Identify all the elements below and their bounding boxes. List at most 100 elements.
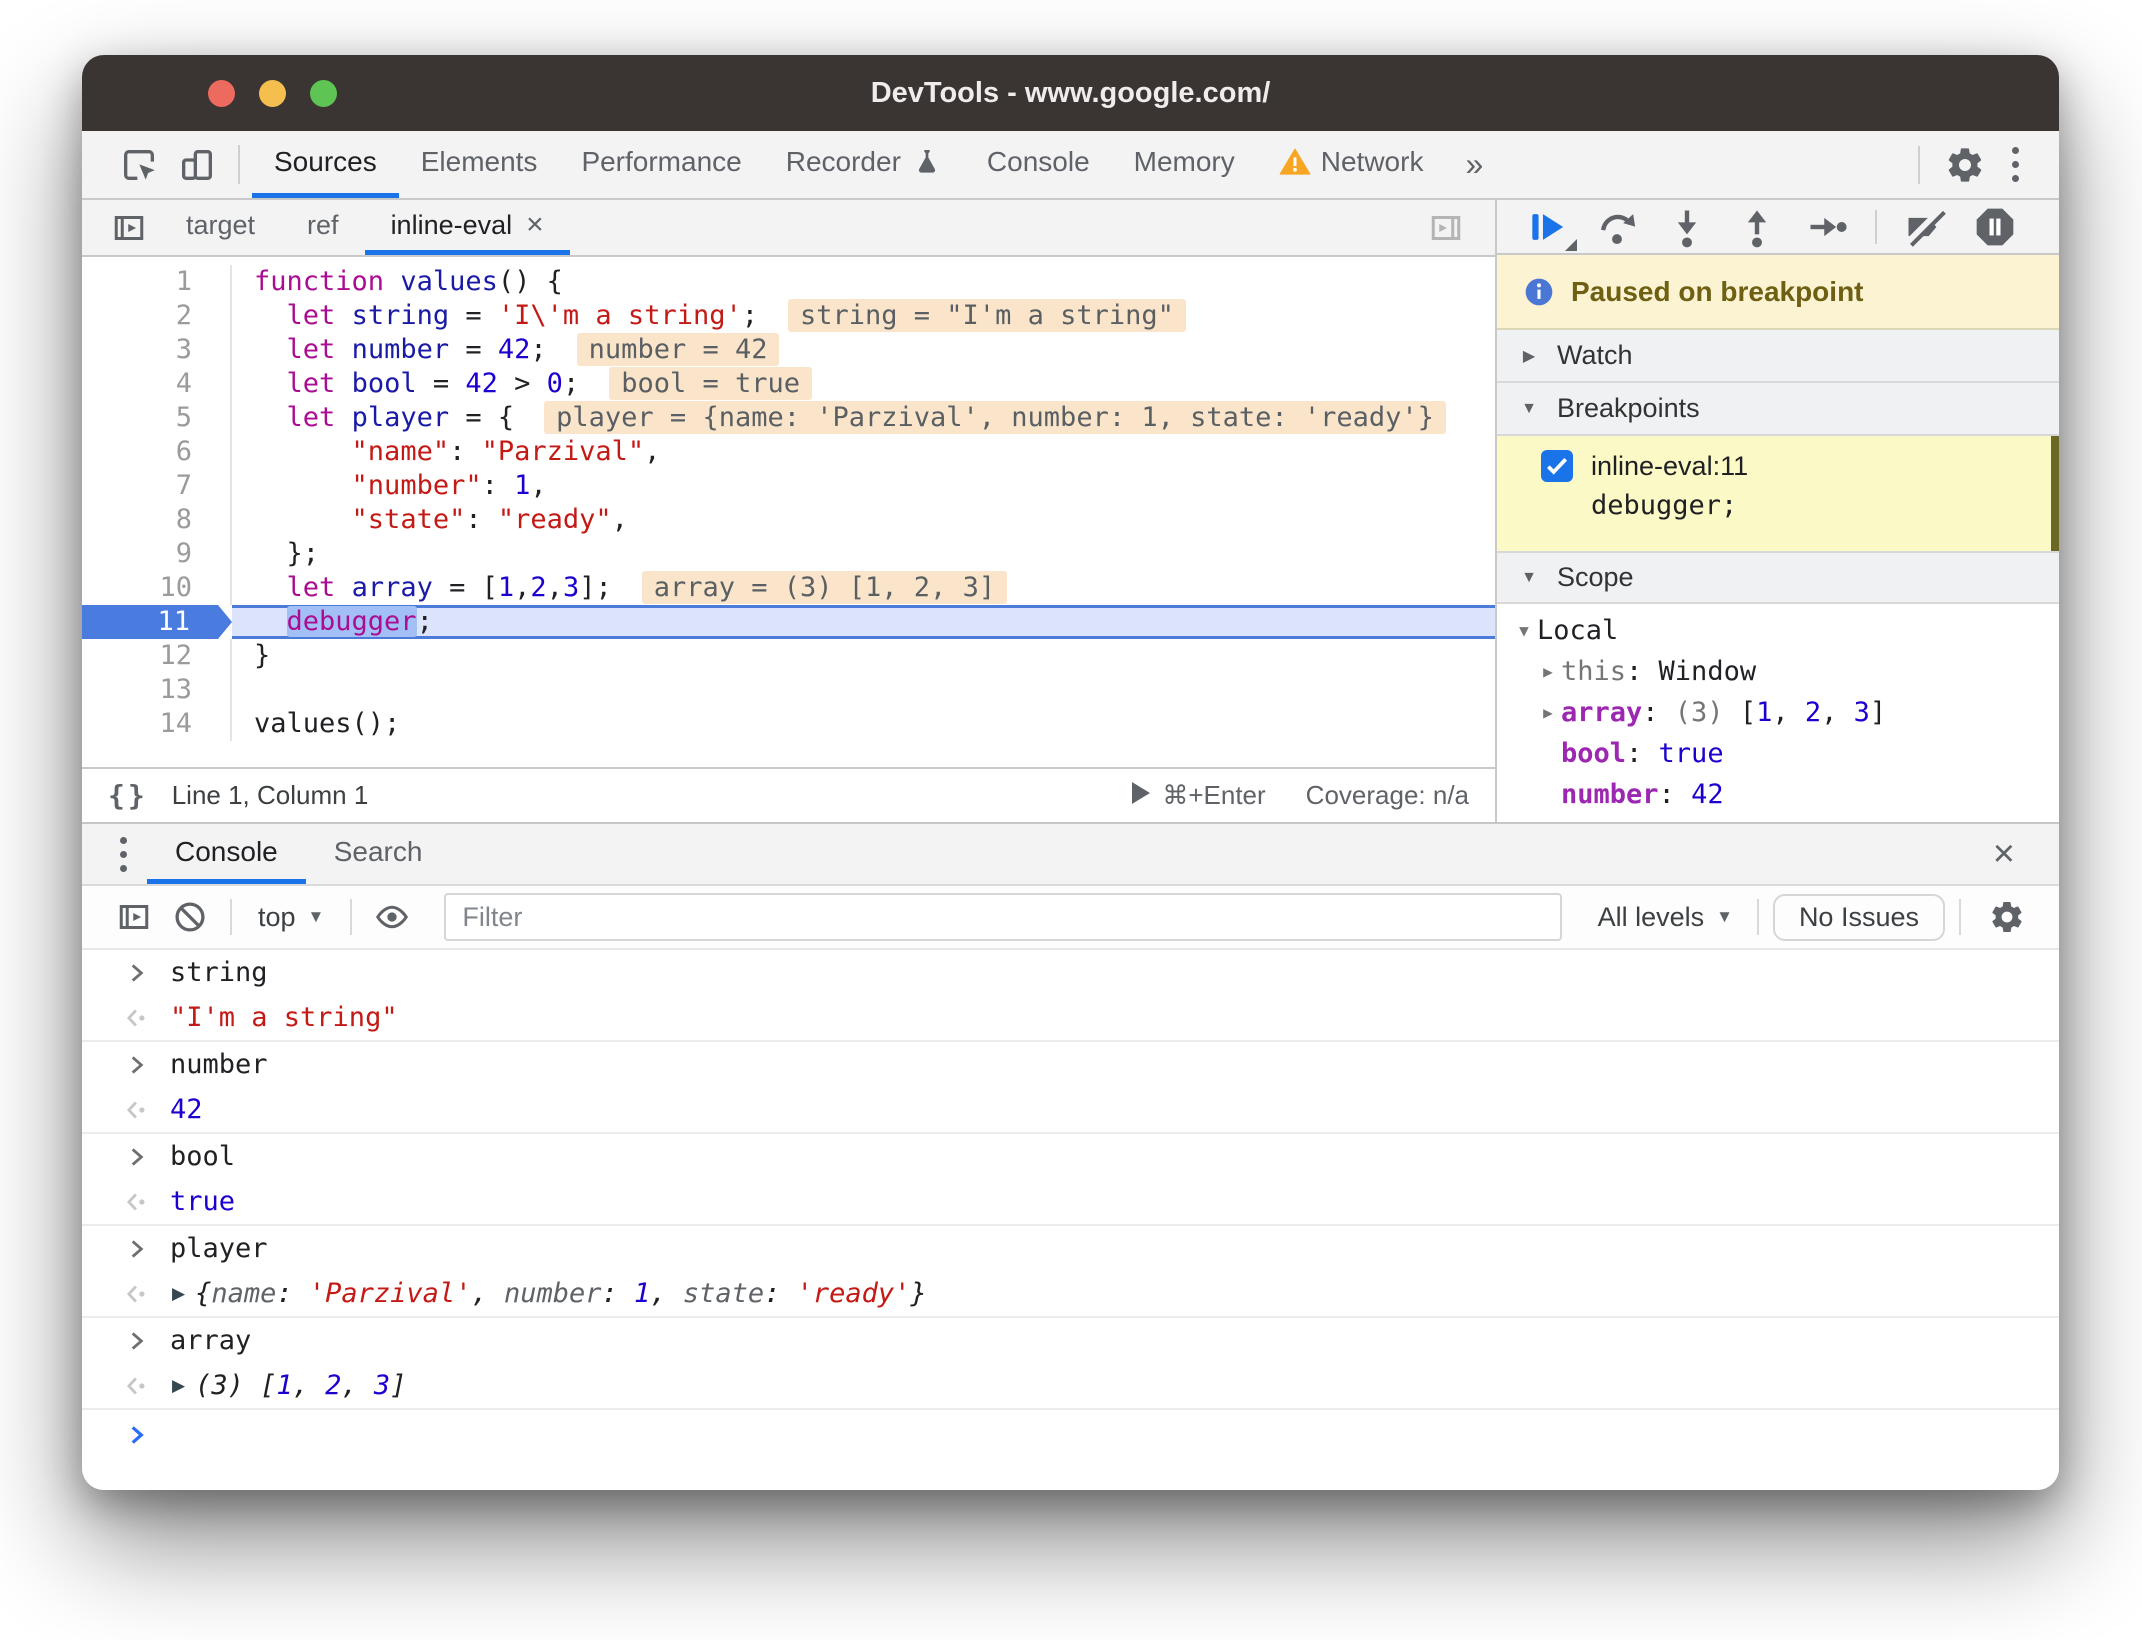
line-number[interactable]: 5 bbox=[82, 401, 232, 435]
console-command: string bbox=[170, 957, 268, 988]
code-editor[interactable]: 1 function values() {2 let string = 'I\'m… bbox=[82, 257, 1495, 767]
scope-tree-item[interactable]: number: 42 bbox=[1497, 774, 2059, 815]
line-number[interactable]: 13 bbox=[82, 673, 232, 707]
scope-tree-item[interactable]: ▶ array: (3) [1, 2, 3] bbox=[1497, 692, 2059, 733]
tab-console[interactable]: Console bbox=[965, 131, 1112, 198]
format-braces-icon[interactable]: {} bbox=[108, 779, 148, 812]
code-token: array bbox=[1561, 697, 1643, 728]
clear-console-icon[interactable] bbox=[164, 899, 216, 935]
log-levels-selector[interactable]: All levels ▼ bbox=[1588, 902, 1743, 933]
console-row-text: ▶ (3) [1, 2, 3] bbox=[170, 1370, 406, 1401]
file-tab-inline-eval[interactable]: inline-eval × bbox=[364, 200, 570, 255]
console-settings-gear-icon[interactable] bbox=[1981, 899, 2033, 935]
log-levels-value: All levels bbox=[1597, 901, 1705, 932]
console-prompt-row[interactable] bbox=[82, 1410, 2059, 1460]
scope-tree-item[interactable]: ▼ Local bbox=[1497, 610, 2059, 651]
scope-tree[interactable]: ▼ Local ▶ this: Window ▶ array: (3) [1, 2, 3]… bbox=[1497, 604, 2059, 822]
close-drawer-icon[interactable]: × bbox=[1967, 824, 2041, 884]
execution-line-marker[interactable]: 11 bbox=[82, 605, 232, 639]
issues-counter-button[interactable]: No Issues bbox=[1772, 893, 1945, 941]
line-number[interactable]: 2 bbox=[82, 299, 232, 333]
line-number[interactable]: 3 bbox=[82, 333, 232, 367]
inspect-icon[interactable] bbox=[110, 131, 168, 198]
chevron-right-icon[interactable]: ▶ bbox=[1535, 692, 1561, 733]
live-expression-eye-icon[interactable] bbox=[366, 899, 418, 935]
line-number[interactable]: 10 bbox=[82, 571, 232, 605]
watch-section-header[interactable]: ▶ Watch bbox=[1497, 330, 2059, 383]
code-line-content[interactable]: let string = 'I\'m a string'; string = "I… bbox=[232, 299, 1495, 333]
scope-tree-item[interactable]: ▶player: {name: 'Parzival', number: 1, s… bbox=[1497, 815, 2059, 822]
line-number[interactable]: 9 bbox=[82, 537, 232, 571]
toggle-debugger-sidebar-icon[interactable] bbox=[1415, 200, 1477, 255]
close-tab-icon[interactable]: × bbox=[526, 210, 544, 240]
drawer-tab-console[interactable]: Console bbox=[147, 824, 306, 884]
scope-section-header[interactable]: ▼ Scope bbox=[1497, 551, 2059, 604]
code-line-content[interactable]: "number": 1, bbox=[232, 469, 1495, 503]
console-result-row: ▶ (3) [1, 2, 3] bbox=[82, 1363, 2059, 1410]
code-token: player bbox=[1561, 815, 1659, 822]
line-number[interactable]: 12 bbox=[82, 639, 232, 673]
step-into-icon[interactable] bbox=[1665, 205, 1709, 249]
code-line-content[interactable]: "name": "Parzival", bbox=[232, 435, 1495, 469]
filter-input[interactable] bbox=[444, 893, 1562, 941]
breakpoints-section-header[interactable]: ▼ Breakpoints bbox=[1497, 383, 2059, 436]
code-token: , bbox=[611, 504, 628, 535]
device-toolbar-icon[interactable] bbox=[168, 131, 226, 198]
code-line-content[interactable]: function values() { bbox=[232, 265, 1495, 299]
code-token: , bbox=[1821, 697, 1854, 728]
deactivate-breakpoints-icon[interactable] bbox=[1903, 205, 1947, 249]
chevron-right-icon[interactable]: ▶ bbox=[1535, 815, 1561, 822]
resume-dropdown-icon[interactable] bbox=[1565, 238, 1577, 251]
pause-on-exceptions-icon[interactable] bbox=[1973, 205, 2017, 249]
step-icon[interactable] bbox=[1805, 205, 1849, 249]
line-number[interactable]: 6 bbox=[82, 435, 232, 469]
code-line-content[interactable] bbox=[232, 673, 1495, 707]
step-out-icon[interactable] bbox=[1735, 205, 1779, 249]
console-prompt-chevron-icon bbox=[124, 1422, 158, 1448]
line-number[interactable]: 4 bbox=[82, 367, 232, 401]
code-line-content[interactable]: debugger; bbox=[232, 605, 1495, 639]
zoom-window-button[interactable] bbox=[310, 79, 337, 107]
scope-tree-item[interactable]: ▶ this: Window bbox=[1497, 651, 2059, 692]
more-tabs-icon[interactable]: » bbox=[1445, 131, 1503, 198]
chevron-down-icon[interactable]: ▼ bbox=[1511, 610, 1537, 651]
drawer-tab-search[interactable]: Search bbox=[306, 824, 451, 884]
code-line-content[interactable]: values(); bbox=[232, 707, 1495, 741]
step-over-icon[interactable] bbox=[1595, 205, 1639, 249]
tab-performance[interactable]: Performance bbox=[559, 131, 763, 198]
close-window-button[interactable] bbox=[208, 79, 235, 107]
file-tab-ref[interactable]: ref bbox=[281, 200, 365, 255]
tab-network[interactable]: Network bbox=[1257, 131, 1446, 198]
tab-recorder[interactable]: Recorder bbox=[764, 131, 965, 198]
line-number[interactable]: 8 bbox=[82, 503, 232, 537]
code-token: , bbox=[471, 1278, 504, 1309]
console-sidebar-icon[interactable] bbox=[108, 899, 160, 935]
expand-triangle-icon[interactable]: ▶ bbox=[172, 1284, 185, 1304]
minimize-window-button[interactable] bbox=[259, 79, 286, 107]
code-line-content[interactable]: } bbox=[232, 639, 1495, 673]
tab-elements[interactable]: Elements bbox=[399, 131, 560, 198]
show-navigator-icon[interactable] bbox=[98, 200, 160, 255]
code-line-content[interactable]: "state": "ready", bbox=[232, 503, 1495, 537]
scope-tree-item[interactable]: bool: true bbox=[1497, 733, 2059, 774]
resume-script-icon[interactable] bbox=[1525, 205, 1577, 251]
expand-triangle-icon[interactable]: ▶ bbox=[172, 1376, 185, 1396]
line-number[interactable]: 7 bbox=[82, 469, 232, 503]
line-number[interactable]: 1 bbox=[82, 265, 232, 299]
tab-sources[interactable]: Sources bbox=[252, 131, 399, 198]
gear-icon[interactable] bbox=[1936, 145, 1994, 185]
code-line-content[interactable]: let number = 42; number = 42 bbox=[232, 333, 1495, 367]
drawer-menu-kebab-icon[interactable] bbox=[100, 824, 147, 884]
code-line-content[interactable]: let player = {player = {name: 'Parzival'… bbox=[232, 401, 1495, 435]
breakpoint-entry[interactable]: inline-eval:11 debugger; bbox=[1497, 436, 2059, 551]
tab-memory[interactable]: Memory bbox=[1112, 131, 1257, 198]
context-selector[interactable]: top ▼ bbox=[246, 902, 336, 933]
code-line-content[interactable]: let array = [1,2,3]; array = (3) [1, 2, 3… bbox=[232, 571, 1495, 605]
chevron-right-icon[interactable]: ▶ bbox=[1535, 651, 1561, 692]
breakpoint-checkbox[interactable] bbox=[1541, 450, 1573, 482]
line-number[interactable]: 14 bbox=[82, 707, 232, 741]
code-line-content[interactable]: }; bbox=[232, 537, 1495, 571]
code-line-content[interactable]: let bool = 42 > 0; bool = true bbox=[232, 367, 1495, 401]
file-tab-target[interactable]: target bbox=[160, 200, 281, 255]
menu-kebab-icon[interactable] bbox=[1994, 147, 2037, 182]
